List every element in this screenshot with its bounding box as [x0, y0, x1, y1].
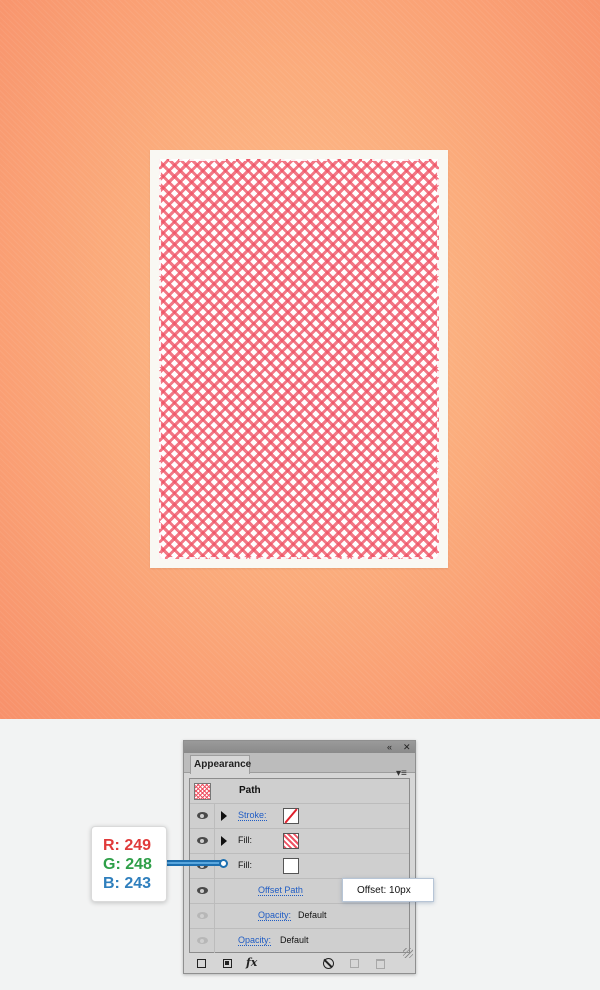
eye-icon[interactable] [197, 837, 208, 844]
artboard-background [0, 0, 600, 719]
eye-icon[interactable] [197, 887, 208, 894]
rgb-color-callout: R: 249 G: 248 B: 243 [91, 826, 167, 902]
collapse-icon[interactable]: « [387, 741, 392, 753]
blue-value: B: 243 [103, 875, 152, 892]
visibility-toggle[interactable] [190, 879, 215, 903]
fill-opacity-row[interactable]: Opacity: Default [190, 904, 409, 929]
opacity-link[interactable]: Opacity: [258, 910, 292, 921]
opacity-link[interactable]: Opacity: [238, 935, 272, 946]
stroke-row[interactable]: Stroke: [190, 804, 409, 829]
visibility-toggle[interactable] [190, 904, 215, 928]
close-icon[interactable]: ✕ [403, 741, 411, 753]
resize-grip[interactable] [403, 948, 413, 958]
fill-label: Fill: [238, 860, 252, 870]
eye-icon[interactable] [197, 912, 208, 919]
green-value: G: 248 [103, 856, 152, 873]
offset-path-link[interactable]: Offset Path [258, 885, 303, 896]
path-header-row[interactable]: Path [190, 779, 409, 804]
callout-connector [167, 860, 224, 866]
fill-row-pattern[interactable]: Fill: [190, 829, 409, 854]
disclosure-triangle-icon[interactable] [221, 811, 227, 821]
fx-icon[interactable]: fx [246, 956, 257, 970]
opacity-value: Default [280, 935, 309, 945]
stroke-swatch-none[interactable] [283, 808, 299, 824]
fill-swatch-white[interactable] [283, 858, 299, 874]
object-opacity-row[interactable]: Opacity: Default [190, 929, 409, 954]
card-artwork [150, 150, 448, 568]
red-value: R: 249 [103, 837, 152, 854]
visibility-toggle[interactable] [190, 804, 215, 828]
path-title: Path [239, 785, 261, 796]
trash-icon[interactable] [376, 959, 385, 969]
duplicate-item-icon[interactable] [350, 959, 359, 968]
add-fill-icon[interactable] [223, 959, 232, 968]
tab-appearance[interactable]: Appearance [190, 755, 251, 774]
offset-tooltip: Offset: 10px [342, 878, 434, 902]
add-stroke-icon[interactable] [197, 959, 206, 968]
fill-label: Fill: [238, 835, 252, 845]
eye-icon[interactable] [197, 937, 208, 944]
appearance-panel: « ✕ Appearance ▾≡ Path Stroke: Fill: Fil… [183, 740, 416, 974]
fill-swatch-pattern[interactable] [283, 833, 299, 849]
panel-title-bar[interactable]: « ✕ [184, 741, 415, 753]
path-thumbnail [194, 783, 211, 800]
visibility-toggle[interactable] [190, 929, 215, 953]
panel-footer: fx [184, 954, 415, 973]
visibility-toggle[interactable] [190, 854, 215, 878]
clear-appearance-icon[interactable] [323, 958, 334, 969]
tab-strip: Appearance ▾≡ [184, 753, 415, 779]
stroke-label[interactable]: Stroke: [238, 810, 267, 821]
gingham-pattern [159, 159, 439, 559]
visibility-toggle[interactable] [190, 829, 215, 853]
callout-connector-dot [219, 859, 228, 868]
disclosure-triangle-icon[interactable] [221, 836, 227, 846]
eye-icon[interactable] [197, 812, 208, 819]
opacity-value: Default [298, 910, 327, 920]
